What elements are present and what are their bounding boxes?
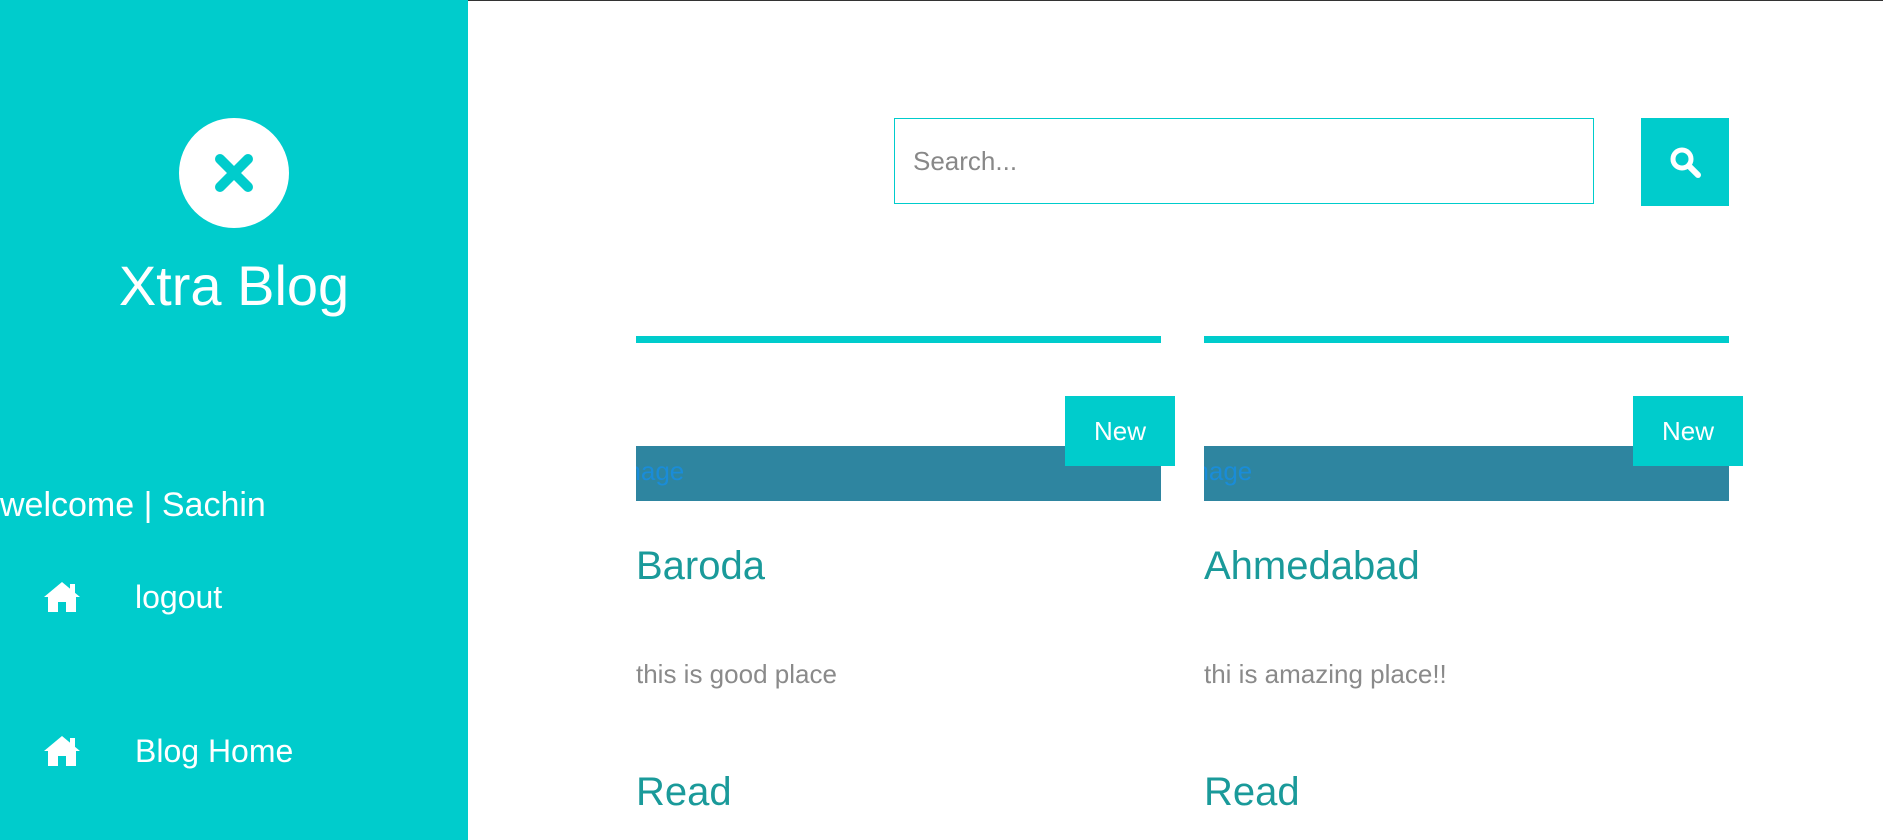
search-button[interactable] bbox=[1641, 118, 1729, 206]
search-input[interactable] bbox=[894, 118, 1594, 204]
nav-item-logout[interactable]: logout bbox=[42, 572, 222, 622]
card-accent-bar bbox=[636, 336, 1161, 343]
image-alt-text: Image bbox=[1204, 456, 1253, 486]
home-icon bbox=[42, 731, 86, 771]
search-icon bbox=[1670, 147, 1701, 178]
post-title[interactable]: Ahmedabad bbox=[1204, 544, 1420, 589]
close-sidebar-button[interactable] bbox=[179, 118, 289, 228]
post-card: Image New Ahmedabad thi is amazing place… bbox=[1204, 336, 1743, 840]
new-badge: New bbox=[1633, 396, 1743, 466]
read-link[interactable]: Read bbox=[1204, 770, 1300, 815]
image-alt-text: Image bbox=[636, 456, 685, 486]
post-description: thi is amazing place!! bbox=[1204, 659, 1447, 689]
close-icon bbox=[215, 154, 253, 192]
read-link[interactable]: Read bbox=[636, 770, 732, 815]
post-card: Image New Baroda this is good place Read bbox=[636, 336, 1175, 840]
card-accent-bar bbox=[1204, 336, 1729, 343]
nav-label: Blog Home bbox=[135, 732, 294, 769]
nav-label: logout bbox=[135, 578, 223, 615]
brand-title: Xtra Blog bbox=[118, 254, 350, 317]
home-icon bbox=[42, 577, 86, 617]
sidebar: Xtra Blog welcome | Sachin logout Blog H… bbox=[0, 0, 468, 840]
post-description: this is good place bbox=[636, 659, 837, 689]
new-badge: New bbox=[1065, 396, 1175, 466]
post-title[interactable]: Baroda bbox=[636, 544, 765, 589]
welcome-text: welcome | Sachin bbox=[0, 486, 266, 524]
nav-item-blog-home[interactable]: Blog Home bbox=[42, 726, 293, 776]
